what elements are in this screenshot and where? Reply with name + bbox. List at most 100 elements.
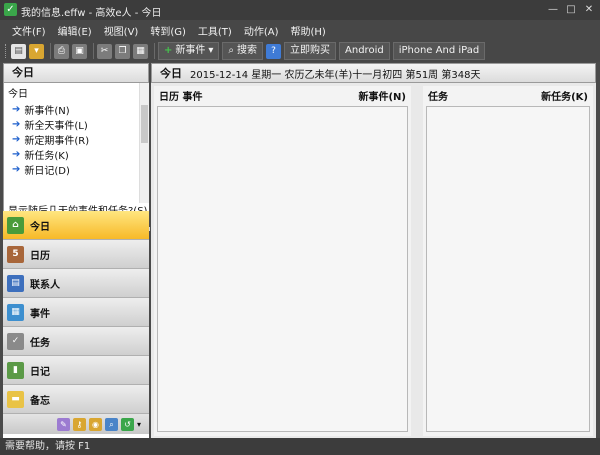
globe-icon[interactable]: ◉ bbox=[88, 417, 102, 431]
scrollbar-thumb[interactable] bbox=[141, 105, 148, 143]
search-icon[interactable]: ⌕ bbox=[104, 417, 118, 431]
diary-book-icon: ▮ bbox=[7, 361, 24, 379]
attachment-icon[interactable]: ✎ bbox=[56, 417, 70, 431]
arrow-right-icon: ➔ bbox=[12, 104, 21, 115]
app-check-icon: ✓ bbox=[4, 3, 17, 16]
toolbar-separator bbox=[50, 43, 51, 59]
buy-now-button[interactable]: 立即购买 bbox=[284, 42, 337, 60]
menu-goto[interactable]: 转到(G) bbox=[150, 23, 186, 38]
nav-tasks[interactable]: ✓ 任务 bbox=[3, 327, 149, 356]
task-check-icon: ✓ bbox=[7, 332, 24, 350]
contact-card-icon: ▤ bbox=[7, 274, 24, 292]
calendar-icon: 5 bbox=[7, 245, 24, 263]
minimize-button[interactable]: — bbox=[546, 3, 560, 16]
left-panel: 今日 今日 ➔ 新事件(N) ➔ 新全天事件(L) ➔ 新定期事件(R) ➔ 新… bbox=[3, 63, 150, 438]
menu-file[interactable]: 文件(F) bbox=[12, 23, 46, 38]
iphone-ipad-button[interactable]: iPhone And iPad bbox=[392, 42, 486, 60]
print-icon[interactable]: ⎙ bbox=[54, 43, 69, 59]
chevron-down-icon[interactable]: ▾ bbox=[137, 420, 141, 429]
new-item-button[interactable]: + 新事件 ▾ bbox=[158, 42, 220, 60]
toolbar-separator bbox=[154, 43, 155, 59]
shortcuts-scrollbar[interactable] bbox=[139, 83, 149, 203]
paste-icon[interactable]: ▦ bbox=[133, 43, 148, 59]
nav-today[interactable]: ⌂ 今日 bbox=[3, 211, 149, 240]
search-button[interactable]: ⌕ 搜索 bbox=[222, 42, 264, 60]
nav-contacts[interactable]: ▤ 联系人 bbox=[3, 269, 149, 298]
main-header: 今日 2015-12-14 星期一 农历乙未年(羊)十一月初四 第51周 第34… bbox=[151, 63, 596, 83]
app-window: ✓ 我的信息.effw - 高效e人 - 今日 — □ ✕ 文件(F) 编辑(E… bbox=[0, 0, 600, 455]
new-task-link[interactable]: ➔ 新任务(K) bbox=[4, 147, 149, 162]
nav-label: 日记 bbox=[30, 366, 50, 378]
today-shortcuts: 今日 ➔ 新事件(N) ➔ 新全天事件(L) ➔ 新定期事件(R) ➔ 新任务(… bbox=[3, 83, 150, 231]
window-title: 我的信息.effw - 高效e人 - 今日 bbox=[21, 8, 162, 19]
events-pane-title: 日历 事件 bbox=[159, 91, 203, 103]
new-task-button[interactable]: 新任务(K) bbox=[541, 88, 588, 103]
toolbar-grip[interactable] bbox=[5, 44, 8, 58]
left-panel-title: 今日 bbox=[3, 63, 149, 83]
new-event-link[interactable]: ➔ 新事件(N) bbox=[4, 102, 149, 117]
menu-help[interactable]: 帮助(H) bbox=[290, 23, 325, 38]
menu-actions[interactable]: 动作(A) bbox=[244, 23, 279, 38]
shortcut-icon[interactable]: ↺ bbox=[120, 417, 134, 431]
nav-label: 备忘 bbox=[30, 395, 50, 407]
menu-bar: 文件(F) 编辑(E) 视图(V) 转到(G) 工具(T) 动作(A) 帮助(H… bbox=[0, 20, 600, 40]
arrow-right-icon: ➔ bbox=[12, 164, 21, 175]
navigation-pane: ⌂ 今日 5 日历 ▤ 联系人 ▦ 事件 ✓ 任务 ▮ 日记 ▬ 备忘 ✎ ⚷ … bbox=[3, 211, 149, 434]
nav-diary[interactable]: ▮ 日记 bbox=[3, 356, 149, 385]
arrow-right-icon: ➔ bbox=[12, 149, 21, 160]
chevron-down-icon: ▾ bbox=[208, 45, 214, 56]
menu-edit[interactable]: 编辑(E) bbox=[58, 23, 92, 38]
nav-label: 联系人 bbox=[30, 279, 60, 291]
menu-view[interactable]: 视图(V) bbox=[104, 23, 139, 38]
link-label: 新全天事件(L) bbox=[24, 121, 88, 132]
search-label: 搜索 bbox=[237, 45, 258, 56]
preview-icon[interactable]: ▣ bbox=[72, 43, 87, 59]
nav-memo[interactable]: ▬ 备忘 bbox=[3, 385, 149, 414]
shortcuts-subheader: 今日 bbox=[8, 89, 28, 100]
window-controls: — □ ✕ bbox=[546, 3, 596, 16]
tasks-pane-title: 任务 bbox=[428, 91, 448, 103]
new-item-label: 新事件 bbox=[175, 45, 206, 56]
key-icon[interactable]: ⚷ bbox=[72, 417, 86, 431]
cut-icon[interactable]: ✂ bbox=[97, 43, 112, 59]
new-allday-event-link[interactable]: ➔ 新全天事件(L) bbox=[4, 117, 149, 132]
link-label: 新事件(N) bbox=[24, 106, 70, 117]
main-content: 今日 2015-12-14 星期一 农历乙未年(羊)十一月初四 第51周 第34… bbox=[151, 63, 596, 438]
nav-label: 任务 bbox=[30, 337, 50, 349]
house-icon: ⌂ bbox=[7, 216, 24, 234]
nav-shortcut-bar: ✎ ⚷ ◉ ⌕ ↺ ▾ bbox=[3, 414, 149, 434]
link-label: 新定期事件(R) bbox=[24, 136, 90, 147]
tasks-list[interactable] bbox=[426, 106, 590, 432]
events-pane: 日历 事件 新事件(N) bbox=[154, 86, 411, 436]
event-grid-icon: ▦ bbox=[7, 303, 24, 321]
nav-calendar[interactable]: 5 日历 bbox=[3, 240, 149, 269]
status-bar: 需要帮助，请按 F1 bbox=[0, 438, 600, 455]
events-list[interactable] bbox=[157, 106, 408, 432]
title-bar: ✓ 我的信息.effw - 高效e人 - 今日 — □ ✕ bbox=[0, 0, 600, 20]
new-document-icon[interactable]: ▤ bbox=[11, 43, 26, 59]
android-button[interactable]: Android bbox=[339, 42, 390, 60]
page-title: 今日 bbox=[160, 67, 182, 80]
new-event-button[interactable]: 新事件(N) bbox=[358, 88, 406, 103]
date-info: 2015-12-14 星期一 农历乙未年(羊)十一月初四 第51周 第348天 bbox=[190, 69, 481, 81]
menu-tools[interactable]: 工具(T) bbox=[198, 23, 232, 38]
help-icon[interactable]: ? bbox=[266, 43, 282, 59]
search-icon: ⌕ bbox=[228, 45, 235, 56]
copy-icon[interactable]: ❐ bbox=[115, 43, 130, 59]
tasks-pane-header: 任务 新任务(K) bbox=[423, 86, 593, 104]
link-label: 新日记(D) bbox=[24, 166, 70, 177]
arrow-right-icon: ➔ bbox=[12, 134, 21, 145]
plus-icon: + bbox=[164, 45, 173, 56]
toolbar: ▤ ▾ ⎙ ▣ ✂ ❐ ▦ + 新事件 ▾ ⌕ 搜索 ? 立即购买 Androi… bbox=[0, 40, 600, 62]
arrow-right-icon: ➔ bbox=[12, 119, 21, 130]
close-button[interactable]: ✕ bbox=[582, 3, 596, 16]
open-folder-icon[interactable]: ▾ bbox=[29, 43, 44, 59]
nav-label: 今日 bbox=[30, 221, 50, 233]
nav-label: 日历 bbox=[30, 250, 50, 262]
maximize-button[interactable]: □ bbox=[564, 3, 578, 16]
memo-note-icon: ▬ bbox=[7, 390, 24, 408]
nav-events[interactable]: ▦ 事件 bbox=[3, 298, 149, 327]
link-label: 新任务(K) bbox=[24, 151, 69, 162]
new-diary-link[interactable]: ➔ 新日记(D) bbox=[4, 162, 149, 177]
new-recurring-event-link[interactable]: ➔ 新定期事件(R) bbox=[4, 132, 149, 147]
